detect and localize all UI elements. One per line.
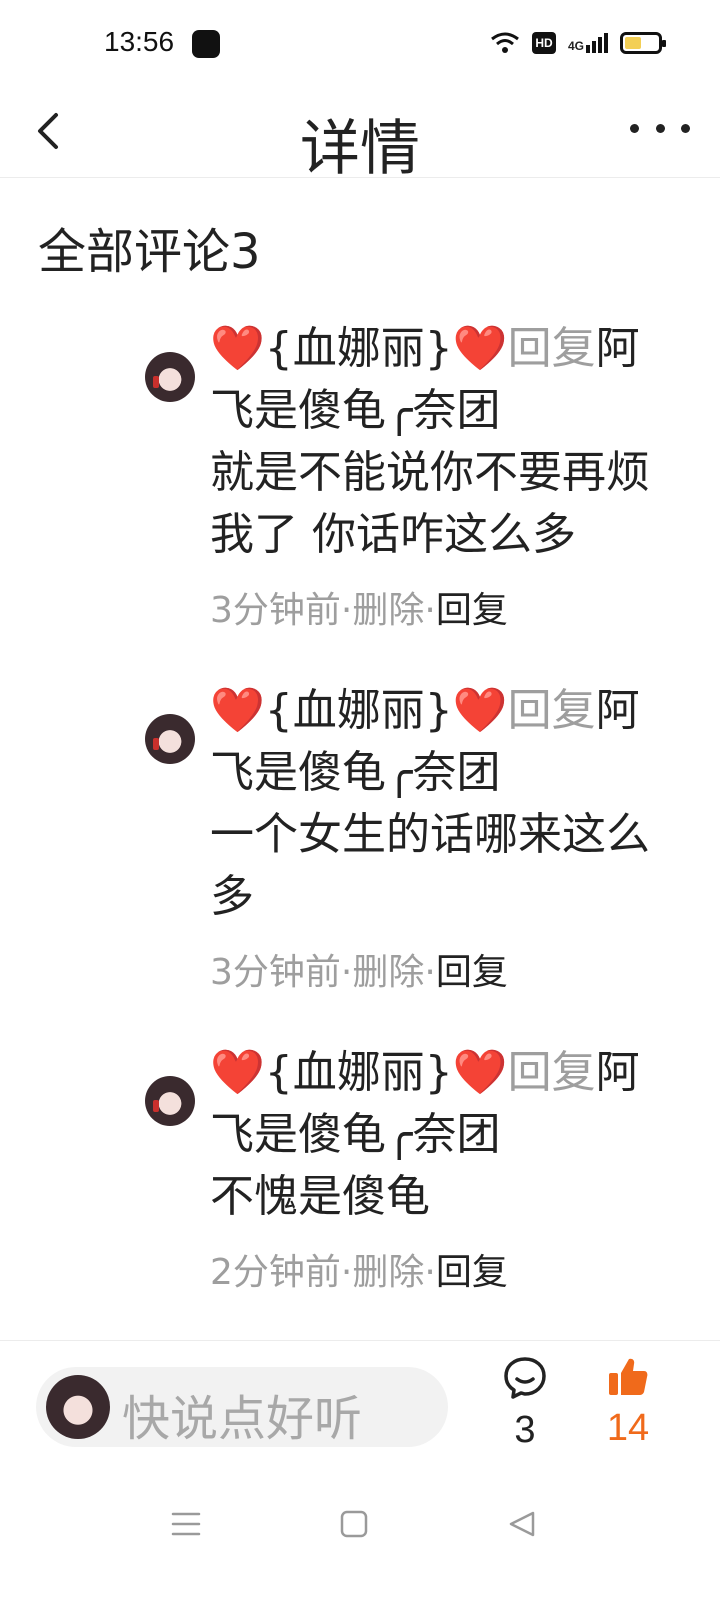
status-bar: 13:56 HD 4G <box>0 0 720 88</box>
heart-emoji: ❤️ <box>452 685 508 736</box>
comment-body: ❤️{血娜丽}❤️回复阿飞是傻龟╭奈团 不愧是傻龟 2分钟前·删除·回复 <box>210 1042 680 1298</box>
comment-time: 3分钟前 <box>210 952 341 993</box>
menu-icon <box>171 1512 201 1536</box>
system-back-button[interactable] <box>502 1504 542 1544</box>
heart-emoji: ❤️ <box>452 323 508 374</box>
hd-badge: HD <box>531 32 556 54</box>
comment-text: 就是不能说你不要再烦我了 你话咋这么多 <box>210 447 650 560</box>
comments-header: 全部评论3 <box>38 224 261 280</box>
comment-body: ❤️{血娜丽}❤️回复阿飞是傻龟╭奈团 一个女生的话哪来这么多 3分钟前·删除·… <box>210 680 680 998</box>
comment-button[interactable]: 3 <box>495 1355 555 1452</box>
app-notification-icon <box>192 30 220 58</box>
reply-indicator: 回复 <box>507 685 596 736</box>
status-time: 13:56 <box>104 26 175 57</box>
heart-emoji: ❤️ <box>210 1047 265 1098</box>
avatar[interactable] <box>145 352 195 402</box>
comment-bubble-icon <box>504 1357 546 1399</box>
signal-icon: 4G <box>568 33 608 53</box>
reply-button[interactable]: 回复 <box>436 590 508 631</box>
comment-time: 3分钟前 <box>210 590 341 631</box>
comment-text: 不愧是傻龟 <box>210 1171 430 1222</box>
more-button[interactable] <box>630 108 690 148</box>
comment-input[interactable]: 快说点好听 <box>36 1367 448 1447</box>
comment-count: 3 <box>514 1409 536 1451</box>
network-type: 4G <box>567 39 584 53</box>
comment-input-placeholder: 快说点好听 <box>122 1391 363 1447</box>
comment-meta: 3分钟前·删除·回复 <box>210 952 508 993</box>
wifi-icon <box>491 32 519 53</box>
heart-emoji: ❤️ <box>452 1047 508 1098</box>
like-button[interactable]: 14 <box>596 1355 660 1450</box>
reply-button[interactable]: 回复 <box>436 1252 508 1293</box>
avatar[interactable] <box>145 1076 195 1126</box>
comment-header: ❤️{血娜丽}❤️回复阿飞是傻龟╭奈团 <box>210 318 680 442</box>
avatar <box>46 1375 110 1439</box>
reply-indicator: 回复 <box>507 323 596 374</box>
bottom-action-bar: 快说点好听 3 14 <box>0 1340 720 1460</box>
comment-time: 2分钟前 <box>210 1252 341 1293</box>
comment-header: ❤️{血娜丽}❤️回复阿飞是傻龟╭奈团 <box>210 1042 680 1166</box>
status-indicators: HD 4G <box>490 28 666 58</box>
comment-meta: 2分钟前·删除·回复 <box>210 1252 508 1293</box>
avatar[interactable] <box>145 714 195 764</box>
comment-body: ❤️{血娜丽}❤️回复阿飞是傻龟╭奈团 就是不能说你不要再烦我了 你话咋这么多 … <box>210 318 680 636</box>
delete-button[interactable]: 删除 <box>352 952 424 993</box>
heart-emoji: ❤️ <box>210 323 265 374</box>
triangle-back-icon <box>509 1511 535 1537</box>
comment-author[interactable]: {血娜丽} <box>265 685 453 736</box>
page-title: 详情 <box>300 114 420 184</box>
home-square-icon <box>340 1510 368 1538</box>
delete-button[interactable]: 删除 <box>352 590 424 631</box>
comment-author[interactable]: {血娜丽} <box>265 323 453 374</box>
delete-button[interactable]: 删除 <box>352 1252 424 1293</box>
comment-text: 一个女生的话哪来这么多 <box>210 809 650 922</box>
reply-button[interactable]: 回复 <box>436 952 508 993</box>
reply-indicator: 回复 <box>507 1047 596 1098</box>
more-dots-icon <box>630 123 639 133</box>
like-count: 14 <box>606 1407 650 1449</box>
comment-header: ❤️{血娜丽}❤️回复阿飞是傻龟╭奈团 <box>210 680 680 804</box>
thumbs-up-icon <box>609 1358 648 1395</box>
comment-meta: 3分钟前·删除·回复 <box>210 590 508 631</box>
system-home-button[interactable] <box>334 1504 374 1544</box>
system-nav-bar <box>0 1460 720 1600</box>
comment-author[interactable]: {血娜丽} <box>265 1047 453 1098</box>
nav-bar: 详情 <box>0 88 720 184</box>
heart-emoji: ❤️ <box>210 685 265 736</box>
system-menu-button[interactable] <box>166 1504 206 1544</box>
battery-icon <box>620 32 666 54</box>
